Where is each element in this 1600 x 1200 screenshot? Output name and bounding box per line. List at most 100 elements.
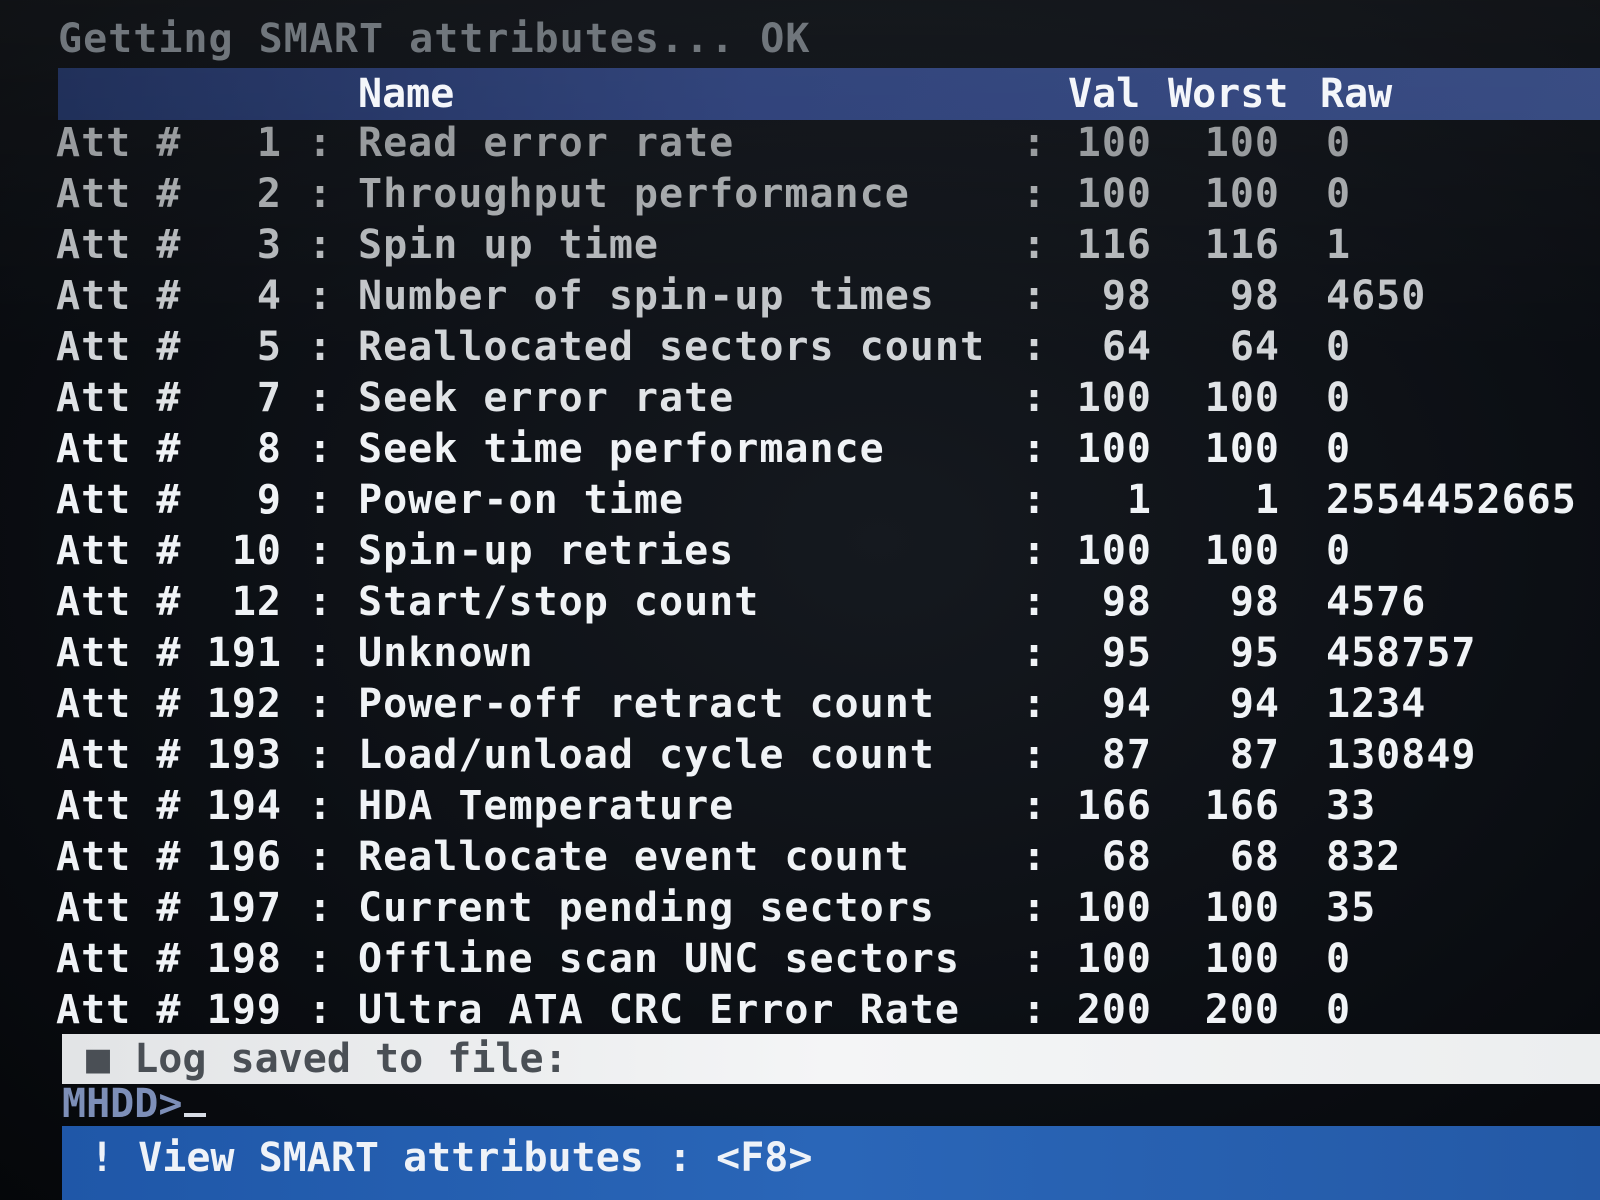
attribute-worst: 98	[1229, 273, 1280, 319]
attribute-name: Power-on time	[358, 477, 685, 523]
attribute-worst: 100	[1204, 120, 1280, 166]
attribute-value: 100	[1076, 528, 1152, 574]
attribute-name: Start/stop count	[358, 579, 760, 625]
header-worst: Worst	[1168, 71, 1289, 117]
attribute-prefix: Att #	[56, 171, 182, 217]
attribute-id: 10	[231, 528, 282, 574]
attribute-raw: 130849	[1326, 732, 1477, 778]
attribute-prefix: Att #	[56, 936, 182, 982]
separator: :	[1022, 681, 1048, 727]
separator: :	[1022, 987, 1048, 1033]
attribute-prefix: Att #	[56, 630, 182, 676]
separator: :	[1022, 477, 1048, 523]
attribute-worst: 100	[1204, 936, 1280, 982]
separator: :	[1022, 273, 1048, 319]
separator: :	[1022, 783, 1048, 829]
attribute-id: 3	[256, 222, 282, 268]
separator: :	[308, 375, 334, 421]
log-message: Log saved to file:	[134, 1036, 568, 1082]
attribute-raw: 1234	[1326, 681, 1427, 727]
prompt-label: MHDD>	[62, 1081, 183, 1127]
attribute-name: Load/unload cycle count	[358, 732, 935, 778]
separator: :	[308, 885, 334, 931]
table-row: Att #3: Spin up time:116 116 1	[0, 220, 1600, 271]
attribute-raw: 0	[1326, 936, 1352, 982]
separator: :	[308, 324, 334, 370]
separator: :	[1022, 732, 1048, 778]
attribute-name: Reallocate event count	[358, 834, 910, 880]
table-row: Att #8: Seek time performance:100 100 0	[0, 424, 1600, 475]
attribute-id: 194	[206, 783, 282, 829]
separator: :	[1022, 936, 1048, 982]
attribute-worst: 98	[1229, 579, 1280, 625]
attribute-name: Spin-up retries	[358, 528, 735, 574]
attribute-prefix: Att #	[56, 987, 182, 1033]
attribute-name: Ultra ATA CRC Error Rate	[358, 987, 960, 1033]
separator: :	[308, 273, 334, 319]
attribute-value: 116	[1076, 222, 1152, 268]
separator: :	[308, 987, 334, 1033]
attribute-raw: 0	[1326, 120, 1352, 166]
attribute-id: 192	[206, 681, 282, 727]
attribute-value: 100	[1076, 885, 1152, 931]
attribute-value: 94	[1101, 681, 1152, 727]
attribute-name: Read error rate	[358, 120, 735, 166]
attribute-prefix: Att #	[56, 477, 182, 523]
separator: :	[308, 732, 334, 778]
command-prompt[interactable]: MHDD>	[62, 1080, 207, 1128]
attribute-prefix: Att #	[56, 834, 182, 880]
table-row: Att #197: Current pending sectors:100 100 3…	[0, 883, 1600, 934]
attribute-raw: 4576	[1326, 579, 1427, 625]
attribute-raw: 458757	[1326, 630, 1477, 676]
attribute-id: 8	[256, 426, 282, 472]
attribute-name: HDA Temperature	[358, 783, 735, 829]
attribute-name: Unknown	[358, 630, 534, 676]
attribute-raw: 832	[1326, 834, 1402, 880]
attribute-raw: 0	[1326, 426, 1352, 472]
attribute-raw: 2554452665	[1326, 477, 1577, 523]
attribute-worst: 100	[1204, 528, 1280, 574]
header-val: Val	[1068, 71, 1141, 117]
header-raw: Raw	[1320, 71, 1393, 117]
attribute-worst: 68	[1229, 834, 1280, 880]
attribute-id: 191	[206, 630, 282, 676]
attribute-prefix: Att #	[56, 222, 182, 268]
attribute-raw: 33	[1326, 783, 1377, 829]
attribute-worst: 200	[1204, 987, 1280, 1033]
table-row: Att # 5: Reallocated sectors count: 64 64 0	[0, 322, 1600, 373]
separator: :	[308, 528, 334, 574]
separator: :	[1022, 834, 1048, 880]
attribute-raw: 0	[1326, 171, 1352, 217]
attribute-worst: 64	[1229, 324, 1280, 370]
separator: :	[308, 834, 334, 880]
separator: :	[1022, 579, 1048, 625]
terminal-screen: Getting SMART attributes... OK Name Val …	[0, 0, 1600, 1200]
attribute-name: Seek error rate	[358, 375, 735, 421]
attribute-id: 12	[231, 579, 282, 625]
attribute-worst: 94	[1229, 681, 1280, 727]
separator: :	[308, 477, 334, 523]
separator: :	[1022, 630, 1048, 676]
table-row: Att # 4: Number of spin-up times: 98 98 4650	[0, 271, 1600, 322]
separator: :	[1022, 528, 1048, 574]
attribute-prefix: Att #	[56, 426, 182, 472]
separator: :	[308, 936, 334, 982]
footer-hint-bar: ! View SMART attributes : <F8>	[62, 1126, 1600, 1200]
attribute-worst: 95	[1229, 630, 1280, 676]
separator: :	[308, 171, 334, 217]
attribute-id: 198	[206, 936, 282, 982]
separator: :	[308, 222, 334, 268]
attribute-prefix: Att #	[56, 375, 182, 421]
attribute-raw: 0	[1326, 324, 1352, 370]
attribute-name: Offline scan UNC sectors	[358, 936, 960, 982]
attribute-id: 199	[206, 987, 282, 1033]
attribute-name: Number of spin-up times	[358, 273, 935, 319]
attribute-value: 100	[1076, 375, 1152, 421]
attribute-name: Seek time performance	[358, 426, 885, 472]
separator: :	[1022, 171, 1048, 217]
attribute-id: 5	[256, 324, 282, 370]
attribute-value: 98	[1101, 579, 1152, 625]
attribute-prefix: Att #	[56, 732, 182, 778]
attribute-worst: 100	[1204, 375, 1280, 421]
attribute-value: 95	[1101, 630, 1152, 676]
